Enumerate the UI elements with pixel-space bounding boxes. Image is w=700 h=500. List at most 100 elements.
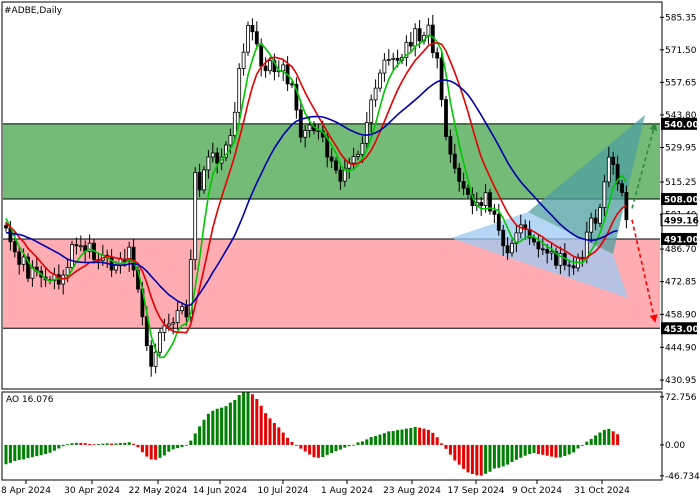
oscillator-bar <box>303 444 307 452</box>
candle-body <box>334 160 338 171</box>
candle-body <box>417 28 422 42</box>
oscillator-bar <box>118 442 122 445</box>
candle-body <box>4 225 8 229</box>
candle-body <box>206 156 211 171</box>
oscillator-bar <box>281 432 285 445</box>
oscillator-bar <box>242 392 246 445</box>
candle-body <box>12 241 17 253</box>
oscillator-bar <box>35 444 39 457</box>
candle-body <box>158 332 162 353</box>
oscillator-bar <box>404 428 408 445</box>
oscillator-bar <box>347 444 351 447</box>
y-tick-label: 472.85 <box>665 278 697 288</box>
oscillator-bar <box>224 406 228 445</box>
candle-body <box>237 68 242 113</box>
candle-body <box>496 213 501 231</box>
oscillator-bar <box>550 444 554 457</box>
oscillator-bar <box>268 418 272 445</box>
candle-body <box>413 28 418 47</box>
candle-body <box>611 156 616 165</box>
candle-body <box>620 183 624 193</box>
oscillator-bar <box>369 436 373 445</box>
oscillator-bar <box>30 444 34 458</box>
oscillator-bar <box>237 394 241 445</box>
oscillator-bar <box>123 442 127 445</box>
candle-body <box>378 72 382 89</box>
oscillator-bar <box>585 441 589 445</box>
oscillator-bar <box>228 402 232 445</box>
oscillator-bar <box>374 436 378 445</box>
oscillator-bar <box>105 443 109 445</box>
oscillator-bar <box>479 444 483 476</box>
candle-body <box>70 244 74 268</box>
x-tick-label: 1 Aug 2024 <box>321 486 373 496</box>
oscillator-bar <box>220 407 224 445</box>
candle-body <box>466 187 470 195</box>
candle-body <box>162 325 167 333</box>
oscillator-bar <box>541 444 545 455</box>
price-chart: 585.35571.50557.65543.80529.95515.25501.… <box>0 0 700 500</box>
candle-body <box>250 24 255 33</box>
candle-body <box>435 52 440 59</box>
oscillator-tick-label: 0.00 <box>665 441 685 451</box>
candle-body <box>593 217 598 224</box>
oscillator-bar <box>567 444 571 455</box>
oscillator-bar <box>453 444 457 461</box>
oscillator-bar <box>488 444 492 472</box>
candle-body <box>606 156 611 183</box>
oscillator-bar <box>136 444 140 448</box>
oscillator-bar <box>127 442 131 445</box>
candle-body <box>268 60 272 72</box>
candle-body <box>492 210 497 215</box>
candle-body <box>184 306 189 318</box>
candle-body <box>281 64 286 72</box>
candle-body <box>461 181 466 189</box>
candle-body <box>602 181 607 208</box>
candle-body <box>382 59 387 74</box>
oscillator-bar <box>440 443 444 445</box>
oscillator-bar <box>193 433 197 445</box>
x-tick-label: 22 May 2024 <box>129 486 188 496</box>
oscillator-bar <box>497 444 501 468</box>
oscillator-bar <box>277 427 281 445</box>
candle-body <box>598 207 602 224</box>
oscillator-tick-label: 72.756 <box>665 393 697 403</box>
oscillator-bar <box>140 444 144 453</box>
oscillator-bar <box>466 444 470 473</box>
candle-body <box>369 99 374 123</box>
candle-body <box>408 41 413 47</box>
oscillator-bar <box>607 428 611 445</box>
x-tick-label: 30 Apr 2024 <box>64 486 120 496</box>
candle-body <box>180 306 184 312</box>
oscillator-bar <box>189 440 193 445</box>
oscillator-bar <box>61 444 65 447</box>
oscillator-bar <box>162 444 166 456</box>
oscillator-bar <box>616 434 620 445</box>
candle-body <box>21 256 26 265</box>
oscillator-bar <box>79 442 83 445</box>
oscillator-bar <box>431 432 435 445</box>
oscillator-bar <box>39 444 43 456</box>
candle-body <box>171 322 176 325</box>
candle-body <box>241 51 246 70</box>
candle-body <box>395 57 400 61</box>
oscillator-bar <box>154 444 158 460</box>
level-label: 508.00 <box>664 196 699 206</box>
oscillator-bar <box>180 444 184 448</box>
oscillator-bar <box>202 419 206 445</box>
oscillator-bar <box>356 442 360 445</box>
candle-body <box>540 248 545 251</box>
oscillator-bar <box>352 444 356 446</box>
oscillator-bar <box>321 444 325 458</box>
current-price-label: 499.16 <box>664 216 699 226</box>
oscillator-bar <box>215 408 219 445</box>
oscillator-bar <box>52 444 56 451</box>
candle-body <box>307 124 312 131</box>
y-tick-label: 585.35 <box>665 13 697 23</box>
candle-body <box>360 142 365 155</box>
oscillator-bar <box>528 444 532 455</box>
oscillator-bar <box>462 444 466 469</box>
oscillator-bar <box>17 444 21 460</box>
y-tick-label: 458.90 <box>665 310 697 320</box>
oscillator-bar <box>338 444 342 450</box>
